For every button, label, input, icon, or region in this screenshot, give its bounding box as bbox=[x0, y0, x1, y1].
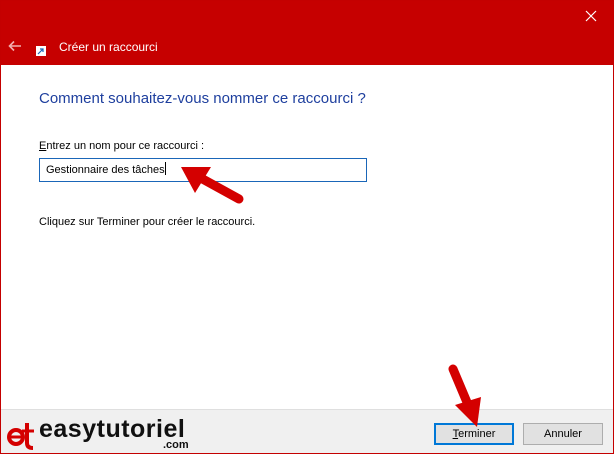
watermark-suffix: .com bbox=[163, 439, 189, 451]
watermark-logo: easytutoriel .com bbox=[7, 415, 207, 453]
close-button[interactable] bbox=[579, 7, 603, 27]
finish-button[interactable]: Terminer bbox=[434, 423, 514, 445]
cancel-button[interactable]: Annuler bbox=[523, 423, 603, 445]
shortcut-name-input[interactable]: Gestionnaire des tâches bbox=[39, 158, 367, 182]
window-title: Créer un raccourci bbox=[59, 40, 158, 54]
logo-mark-icon bbox=[7, 423, 34, 450]
create-shortcut-window: Créer un raccourci Comment souhaitez-vou… bbox=[0, 0, 614, 454]
back-button[interactable] bbox=[7, 38, 25, 54]
name-field-label-text: ntrez un nom pour ce raccourci : bbox=[46, 140, 205, 152]
finish-label: erminer bbox=[458, 428, 496, 440]
title-bar: Créer un raccourci bbox=[1, 1, 613, 65]
name-field-label: Entrez un nom pour ce raccourci : bbox=[39, 139, 204, 153]
close-icon bbox=[585, 10, 597, 22]
page-heading: Comment souhaitez-vous nommer ce raccour… bbox=[39, 90, 366, 107]
shortcut-icon bbox=[36, 41, 46, 56]
shortcut-name-value: Gestionnaire des tâches bbox=[46, 164, 165, 176]
instruction-text: Cliquez sur Terminer pour créer le racco… bbox=[39, 216, 256, 228]
text-caret bbox=[164, 162, 166, 175]
back-arrow-icon bbox=[8, 40, 21, 52]
